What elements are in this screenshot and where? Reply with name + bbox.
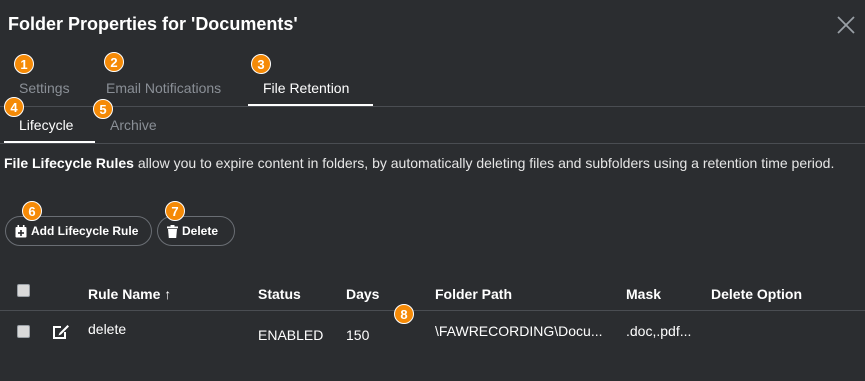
delete-button[interactable]: Delete [157, 216, 235, 246]
cell-days: 150 [346, 327, 370, 343]
retention-subtabs: Lifecycle Archive [0, 108, 865, 144]
tab-settings[interactable]: Settings [19, 80, 70, 96]
lifecycle-description: File Lifecycle Rules allow you to expire… [4, 152, 854, 175]
calendar-plus-icon [15, 224, 27, 238]
cell-rule-name: delete [88, 321, 127, 337]
column-delete-option[interactable]: Delete Option [711, 286, 802, 302]
add-lifecycle-rule-button[interactable]: Add Lifecycle Rule [5, 216, 152, 246]
annotation-badge-7: 7 [165, 201, 185, 221]
annotation-badge-3: 3 [251, 54, 271, 74]
tab-file-retention[interactable]: File Retention [263, 80, 349, 96]
active-tab-indicator [248, 104, 373, 106]
tab-archive[interactable]: Archive [110, 117, 157, 133]
annotation-badge-8: 8 [394, 304, 414, 324]
annotation-badge-4: 4 [4, 97, 24, 117]
trash-icon [167, 224, 178, 238]
dialog-title: Folder Properties for 'Documents' [8, 14, 298, 34]
annotation-badge-6: 6 [22, 201, 42, 221]
edit-icon[interactable] [52, 324, 70, 345]
folder-properties-dialog: Folder Properties for 'Documents' Settin… [0, 0, 865, 381]
cell-folder-path: \FAWRECORDING\Docu... [435, 323, 603, 339]
delete-label: Delete [182, 224, 219, 238]
column-days[interactable]: Days [346, 286, 379, 302]
column-status[interactable]: Status [258, 286, 301, 302]
add-lifecycle-rule-label: Add Lifecycle Rule [31, 224, 139, 238]
table-row: delete ENABLED 150 \FAWRECORDING\Docu...… [0, 311, 865, 355]
column-rule-name[interactable]: Rule Name ↑ [88, 286, 171, 302]
main-tabs: Settings Email Notifications File Retent… [0, 70, 865, 107]
column-rule-name-label: Rule Name [88, 286, 161, 302]
close-icon[interactable] [836, 15, 856, 35]
column-folder-path[interactable]: Folder Path [435, 286, 512, 302]
cell-status: ENABLED [258, 327, 324, 343]
description-text: allow you to expire content in folders, … [133, 155, 835, 171]
annotation-badge-1: 1 [14, 54, 34, 74]
annotation-badge-5: 5 [93, 99, 113, 119]
tab-email-notifications[interactable]: Email Notifications [106, 80, 221, 96]
table-header: Rule Name ↑ Status Days Folder Path Mask… [0, 275, 865, 311]
active-subtab-indicator [4, 141, 95, 143]
tab-lifecycle[interactable]: Lifecycle [19, 117, 73, 133]
sort-ascending-icon: ↑ [164, 286, 172, 302]
description-bold: File Lifecycle Rules [4, 155, 134, 171]
column-mask[interactable]: Mask [626, 286, 661, 302]
cell-mask: .doc,.pdf... [626, 323, 692, 339]
row-checkbox[interactable] [17, 325, 30, 338]
select-all-checkbox[interactable] [17, 284, 30, 297]
annotation-badge-2: 2 [104, 52, 124, 72]
lifecycle-rules-table: Rule Name ↑ Status Days Folder Path Mask… [0, 275, 865, 355]
